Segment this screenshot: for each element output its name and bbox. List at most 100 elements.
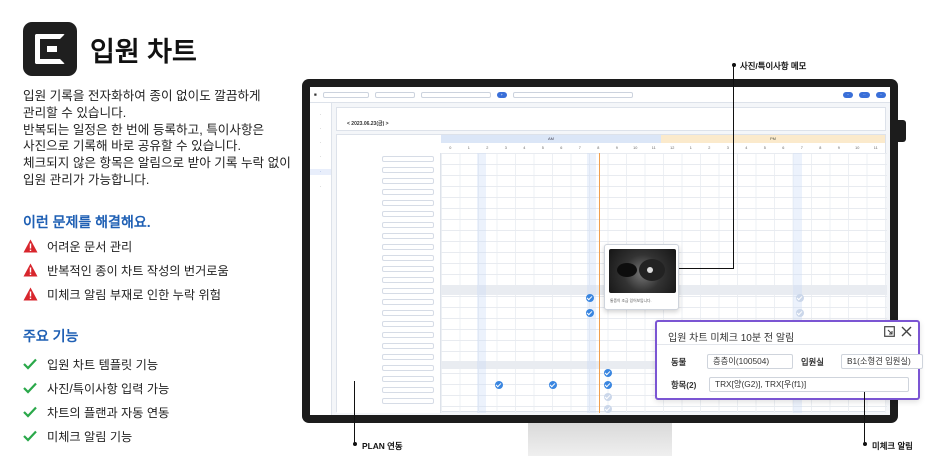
callout-uncheck-alert: 미체크 알림	[872, 441, 913, 451]
app-logo	[23, 22, 77, 76]
checked-cell[interactable]	[586, 294, 594, 302]
callout-line	[864, 392, 865, 443]
list-item: 반복적인 종이 차트 작성의 번거로움	[23, 258, 229, 282]
row-label	[337, 230, 440, 241]
app-brand-icon: ■	[314, 92, 317, 97]
feature-text: 미체크 알림 기능	[47, 430, 133, 444]
unchecked-cell[interactable]	[796, 309, 804, 317]
toolbar-button[interactable]: ··	[859, 91, 870, 98]
sidebar-item[interactable]: ·	[310, 127, 331, 131]
description: 입원 기록을 전자화하여 종이 없이도 깔끔하게 관리할 수 있습니다. 반복되…	[23, 88, 293, 189]
row-label	[337, 351, 440, 362]
patient-photo[interactable]	[609, 249, 676, 293]
hour-cell: 9	[837, 146, 840, 150]
page-title: 입원 차트	[90, 37, 197, 67]
row-label	[337, 153, 440, 164]
feature-text: 사진/특이사항 입력 가능	[47, 382, 170, 396]
sidebar-item-active[interactable]: ·	[310, 169, 331, 175]
row-label	[337, 318, 440, 329]
problem-text: 반복적인 종이 차트 작성의 번거로움	[47, 264, 229, 278]
problem-text: 어려운 문서 관리	[47, 240, 133, 254]
list-item: 어려운 문서 관리	[23, 234, 229, 258]
row-label	[337, 395, 440, 406]
animal-label: 동물	[671, 356, 687, 367]
open-chart-icon[interactable]	[884, 326, 895, 337]
hour-cell: 2	[708, 146, 711, 150]
row-label	[337, 296, 440, 307]
row-label	[337, 175, 440, 186]
hour-cell: 7	[800, 146, 803, 150]
close-icon[interactable]	[901, 326, 912, 337]
problem-list: 어려운 문서 관리 반복적인 종이 차트 작성의 번거로움 미체크 알림 부재로…	[23, 234, 229, 306]
toolbar-button[interactable]: +	[496, 91, 507, 98]
monitor-stand	[528, 423, 672, 456]
description-line: 반복되는 일정은 한 번에 등록하고, 특이사항은	[23, 122, 265, 137]
row-label	[337, 384, 440, 395]
row-label	[337, 340, 440, 351]
clinic-field[interactable]	[322, 91, 369, 98]
checked-cell[interactable]	[549, 381, 557, 389]
description-line: 입원 기록을 전자화하여 종이 없이도 깔끔하게	[23, 89, 261, 103]
search-input[interactable]	[374, 91, 415, 98]
hour-cell: 3	[504, 146, 507, 150]
row-label	[337, 219, 440, 230]
list-item: 차트의 플랜과 자동 연동	[23, 400, 169, 424]
hour-cell: 2	[486, 146, 489, 150]
hour-cell: 12	[670, 146, 675, 150]
sidebar-item[interactable]: ·	[310, 141, 331, 145]
highlight-column	[477, 153, 486, 413]
animal-value: 층층이(100504)	[707, 354, 793, 369]
description-line: 관리할 수 있습니다.	[23, 105, 127, 120]
row-label	[337, 362, 440, 373]
row-label	[337, 241, 440, 252]
checked-cell[interactable]	[604, 369, 612, 377]
row-label	[337, 208, 440, 219]
sidebar-item[interactable]: ·	[310, 185, 331, 189]
check-icon	[23, 430, 37, 442]
highlight-column	[587, 153, 596, 413]
app-sidebar: · · · · · ·	[310, 103, 332, 415]
hour-cell: 11	[873, 146, 878, 150]
hour-header: 0 1 2 3 4 5 6 7 8 9 10 11 12 1 2 3 4 5 6 7 8 9 10 11	[441, 144, 885, 152]
hour-cell: 3	[726, 146, 729, 150]
row-label	[337, 307, 440, 318]
problem-text: 미체크 알림 부재로 인한 누락 위험	[47, 288, 221, 302]
check-icon	[23, 358, 37, 370]
row-label	[337, 186, 440, 197]
toolbar-button[interactable]: ··	[875, 91, 886, 98]
hour-cell: 0	[449, 146, 452, 150]
list-item: 사진/특이사항 입력 가능	[23, 376, 169, 400]
description-line: 입원 관리가 가능합니다.	[23, 172, 150, 187]
hour-cell: 1	[689, 146, 692, 150]
checked-cell[interactable]	[495, 381, 503, 389]
chart-date[interactable]: < 2023.06.23(금) >	[347, 120, 389, 127]
check-icon	[23, 406, 37, 418]
sidebar-item[interactable]: ·	[310, 155, 331, 159]
items-value: TRX[양(G2)], TRX[우(f1)]	[709, 377, 909, 392]
unchecked-cell[interactable]	[604, 405, 612, 413]
callout-line	[733, 65, 734, 269]
feature-text: 입원 차트 템플릿 기능	[47, 358, 159, 372]
sidebar-item[interactable]: ·	[310, 113, 331, 117]
hour-cell: 4	[745, 146, 748, 150]
chart-header: < 2023.06.23(금) >	[336, 107, 886, 131]
problems-title: 이런 문제를 해결해요.	[23, 214, 151, 230]
feature-text: 차트의 플랜과 자동 연동	[47, 406, 170, 420]
row-label	[337, 373, 440, 384]
app-toolbar: ■ + ·· ·· ··	[310, 87, 890, 103]
row-label	[337, 164, 440, 175]
hour-cell: 5	[541, 146, 544, 150]
unchecked-cell[interactable]	[604, 393, 612, 401]
checked-cell[interactable]	[586, 309, 594, 317]
checked-cell[interactable]	[604, 381, 612, 389]
hour-cell: 10	[633, 146, 638, 150]
unchecked-cell[interactable]	[796, 294, 804, 302]
row-labels	[337, 153, 441, 413]
hour-cell: 11	[651, 146, 656, 150]
photo-memo-card[interactable]: 통증이 조금 있어보입니다.	[604, 244, 679, 310]
current-time-line	[599, 153, 600, 413]
toolbar-button[interactable]: ··	[842, 91, 854, 98]
patient-field[interactable]	[420, 91, 491, 98]
uncheck-alert-dialog: 입원 차트 미체크 10분 전 알림 동물 층층이(100504) 입원실 B1…	[655, 320, 923, 400]
features-title: 주요 기능	[23, 328, 79, 344]
